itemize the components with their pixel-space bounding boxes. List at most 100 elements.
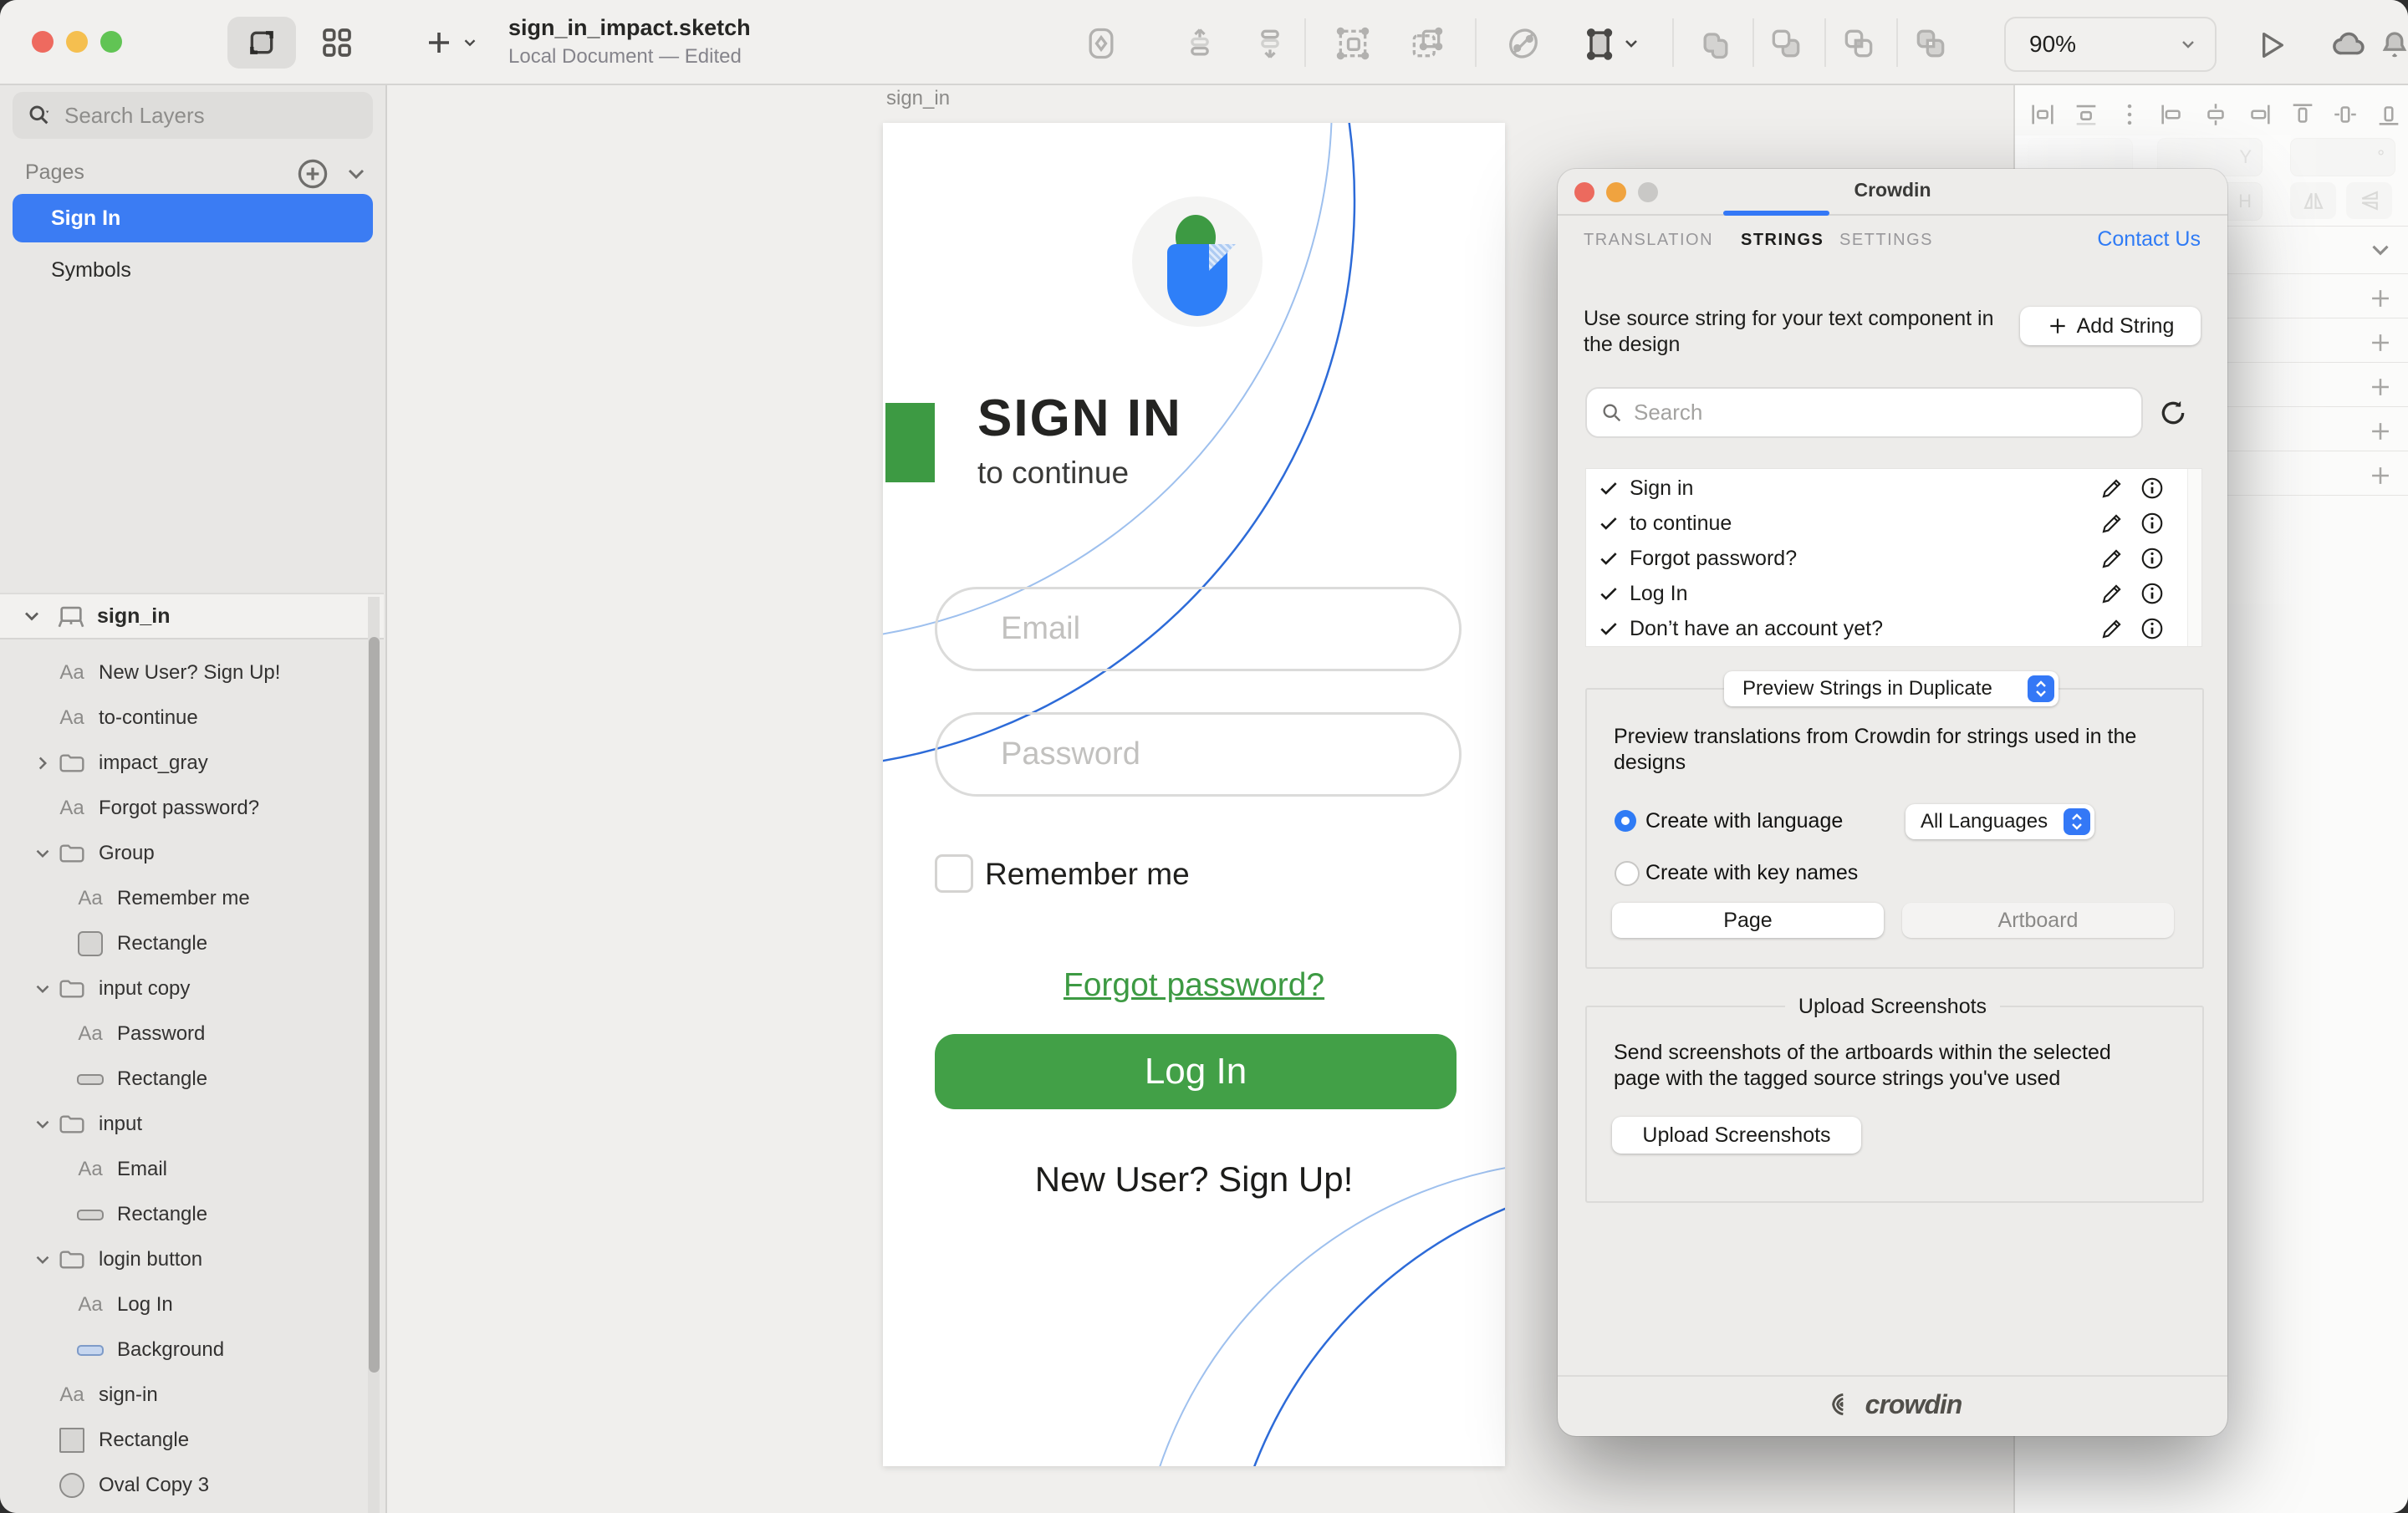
email-field[interactable]: Email <box>935 587 1462 671</box>
chevron-down-icon[interactable] <box>32 978 54 1000</box>
edit-string-icon[interactable] <box>2099 511 2125 536</box>
grid-view-button[interactable] <box>311 17 363 69</box>
boolean-difference-icon[interactable] <box>1909 22 1952 65</box>
string-info-icon[interactable] <box>2140 476 2165 501</box>
pages-collapse-chevron[interactable] <box>343 160 370 187</box>
insert-button[interactable] <box>414 17 489 69</box>
boolean-subtract-icon[interactable] <box>1764 22 1808 65</box>
layer-row-email[interactable]: AaEmail <box>0 1147 368 1192</box>
layer-row-sign-in[interactable]: Aasign-in <box>0 1373 368 1418</box>
tab-strings[interactable]: STRINGS <box>1741 231 1824 250</box>
preview-play-button[interactable] <box>2247 22 2294 69</box>
align-middle-vertical-icon[interactable] <box>2331 100 2360 129</box>
chevron-down-icon[interactable] <box>32 1113 54 1135</box>
transform-icon[interactable] <box>1502 22 1545 65</box>
preview-strings-dropdown[interactable]: Preview Strings in Duplicate <box>1724 671 2059 706</box>
layer-row-login-button[interactable]: login button <box>0 1237 368 1282</box>
artboard-root-row[interactable]: sign_in <box>0 593 384 639</box>
group-icon[interactable] <box>1331 22 1375 65</box>
upload-screenshots-button[interactable]: Upload Screenshots <box>1612 1117 1861 1154</box>
layer-row-rectangle[interactable]: Rectangle <box>0 1418 368 1463</box>
distribute-horizontally-icon[interactable] <box>2028 100 2057 129</box>
layer-row-log-in[interactable]: AaLog In <box>0 1282 368 1327</box>
password-field[interactable]: Password <box>935 712 1462 797</box>
minimize-window-button[interactable] <box>66 31 88 53</box>
add-style-button[interactable] <box>2366 461 2395 490</box>
section-collapse-chevron[interactable] <box>2366 236 2395 264</box>
chevron-right-icon[interactable] <box>32 752 54 774</box>
string-row-to-continue[interactable]: to continue <box>1586 506 2188 541</box>
sidebar-scrollbar-thumb[interactable] <box>369 637 380 1373</box>
boolean-union-icon[interactable] <box>1694 22 1737 65</box>
align-top-icon[interactable] <box>2288 100 2317 129</box>
layer-row-background[interactable]: Background <box>0 1327 368 1373</box>
sidebar-page-symbols[interactable]: Symbols <box>13 246 373 294</box>
boolean-intersect-icon[interactable] <box>1837 22 1880 65</box>
artboard[interactable]: SIGN IN to continue Email Password Remem… <box>883 123 1505 1466</box>
create-with-language-radio[interactable] <box>1615 810 1636 832</box>
add-style-button[interactable] <box>2366 329 2395 357</box>
zoom-select[interactable]: 90% <box>2004 17 2217 72</box>
tab-translation[interactable]: TRANSLATION <box>1584 231 1713 250</box>
string-row-log-in[interactable]: Log In <box>1586 576 2188 611</box>
align-bottom-icon[interactable] <box>2375 100 2403 129</box>
string-info-icon[interactable] <box>2140 581 2165 606</box>
add-style-button[interactable] <box>2366 417 2395 446</box>
sidebar-page-sign-in[interactable]: Sign In <box>13 194 373 242</box>
artboard-title-label[interactable]: sign_in <box>886 87 950 110</box>
string-row-sign-in[interactable]: Sign in <box>1586 471 2188 506</box>
add-style-button[interactable] <box>2366 373 2395 401</box>
add-string-button[interactable]: Add String <box>2020 307 2201 345</box>
layer-row-rectangle[interactable]: Rectangle <box>0 921 368 966</box>
tab-settings[interactable]: SETTINGS <box>1839 231 1933 250</box>
close-window-button[interactable] <box>32 31 54 53</box>
canvas-view-toggle[interactable] <box>227 17 296 69</box>
align-right-icon[interactable] <box>2245 100 2273 129</box>
flip-vertical-button[interactable] <box>2346 182 2392 219</box>
string-row-forgot-password[interactable]: Forgot password? <box>1586 541 2188 576</box>
move-backward-icon[interactable] <box>1248 22 1292 65</box>
edit-string-icon[interactable] <box>2099 581 2125 606</box>
align-left-icon[interactable] <box>2158 100 2186 129</box>
distribute-vertically-icon[interactable] <box>2072 100 2100 129</box>
ungroup-icon[interactable] <box>1405 22 1448 65</box>
edit-string-icon[interactable] <box>2099 476 2125 501</box>
contact-us-link[interactable]: Contact Us <box>2097 227 2201 252</box>
notifications-bell-button[interactable] <box>2371 22 2408 69</box>
chevron-down-icon[interactable] <box>32 1249 54 1271</box>
layer-row-input-copy[interactable]: input copy <box>0 966 368 1011</box>
remember-me-checkbox[interactable] <box>935 854 973 893</box>
refresh-strings-icon[interactable] <box>2156 396 2190 430</box>
search-layers-input[interactable]: Search Layers <box>13 92 373 139</box>
create-with-key-names-radio[interactable] <box>1615 861 1640 886</box>
string-info-icon[interactable] <box>2140 511 2165 536</box>
edit-shape-chevron-icon[interactable] <box>1619 22 1644 65</box>
sign-up-text[interactable]: New User? Sign Up! <box>883 1159 1505 1200</box>
edit-string-icon[interactable] <box>2099 546 2125 571</box>
layer-row-remember-me[interactable]: AaRemember me <box>0 876 368 921</box>
align-center-horizontal-icon[interactable] <box>2201 100 2230 129</box>
layer-row-impact-gray[interactable]: impact_gray <box>0 741 368 786</box>
layer-row-oval-copy-3[interactable]: Oval Copy 3 <box>0 1463 368 1508</box>
layer-row-rectangle[interactable]: Rectangle <box>0 1057 368 1102</box>
layer-row-input[interactable]: input <box>0 1102 368 1147</box>
language-select[interactable]: All Languages <box>1905 804 2094 839</box>
string-info-icon[interactable] <box>2140 616 2165 641</box>
forgot-password-link[interactable]: Forgot password? <box>883 967 1505 1004</box>
move-forward-icon[interactable] <box>1178 22 1222 65</box>
plugin-search-input[interactable]: Search <box>1585 387 2143 438</box>
more-options-icon[interactable] <box>2115 100 2144 129</box>
string-info-icon[interactable] <box>2140 546 2165 571</box>
layer-row-group[interactable]: Group <box>0 831 368 876</box>
add-page-button[interactable] <box>294 155 331 192</box>
edit-string-icon[interactable] <box>2099 616 2125 641</box>
layer-row-password[interactable]: AaPassword <box>0 1011 368 1057</box>
strings-list-scrollbar[interactable] <box>2187 469 2201 646</box>
page-button[interactable]: Page <box>1612 903 1884 938</box>
edit-shape-icon[interactable] <box>1579 22 1622 65</box>
add-style-button[interactable] <box>2366 284 2395 313</box>
layer-row-new-user-sign-up[interactable]: AaNew User? Sign Up! <box>0 650 368 695</box>
string-row-don-t-have-an-account-yet[interactable]: Don’t have an account yet? <box>1586 611 2188 646</box>
layer-row-to-continue[interactable]: Aato-continue <box>0 695 368 741</box>
log-in-button[interactable]: Log In <box>935 1034 1457 1109</box>
